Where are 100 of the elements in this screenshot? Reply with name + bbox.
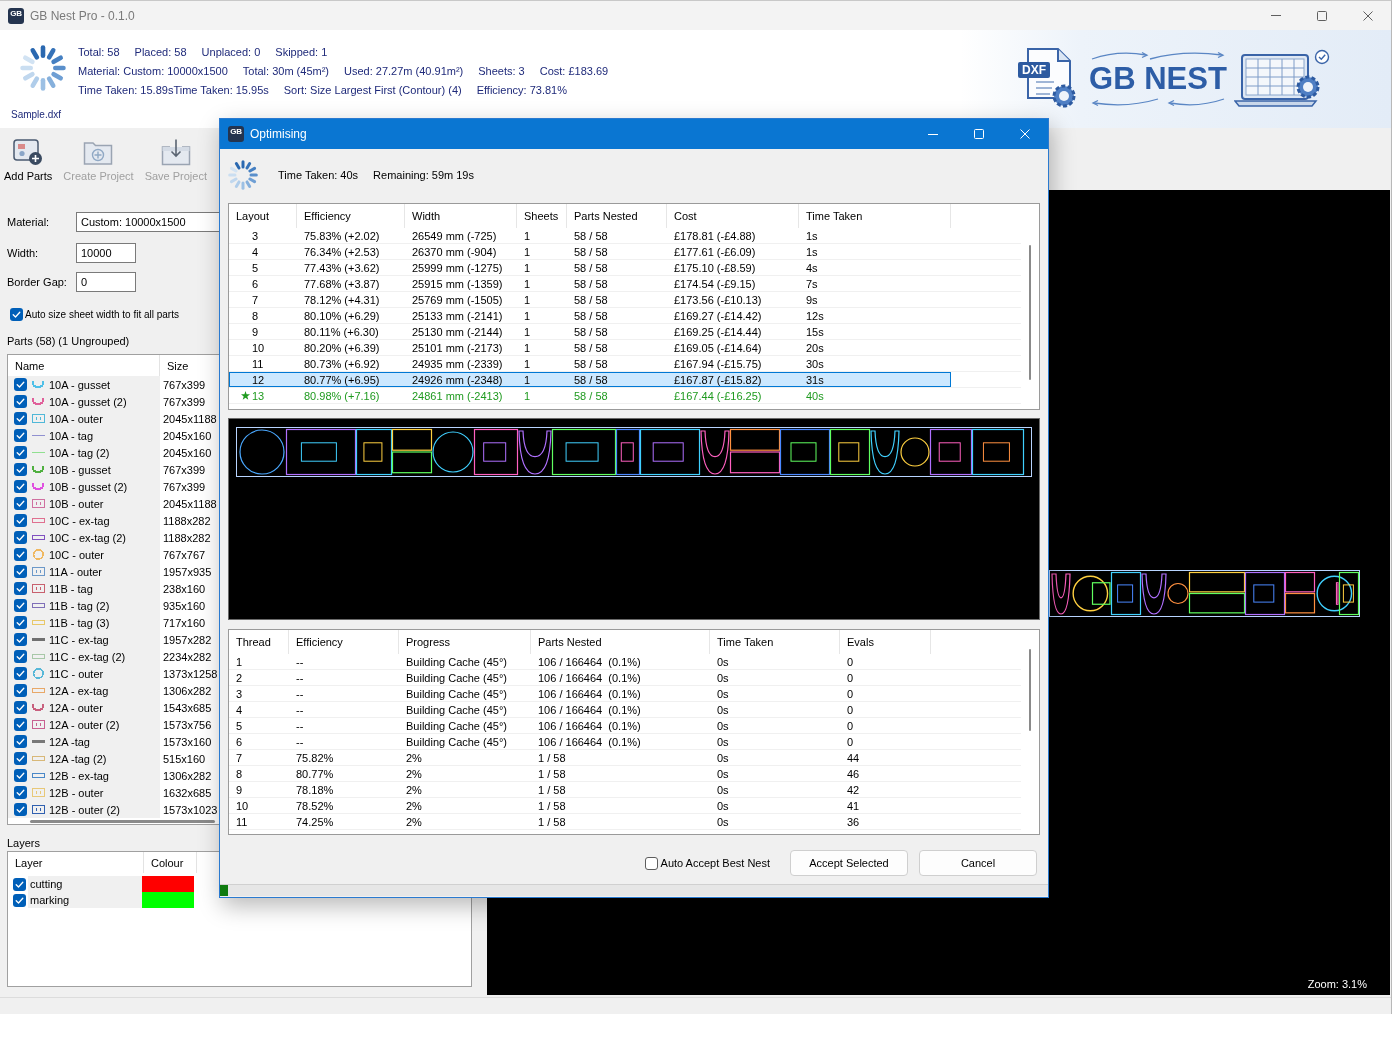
summary-stat: Efficiency: 73.81%	[476, 83, 567, 96]
zoom-level: Zoom: 3.1%	[1307, 978, 1367, 990]
table-cell-text: 0s	[716, 654, 730, 669]
part-name: 11B - tag	[49, 582, 93, 595]
summary-stat: Sheets: 3	[478, 64, 525, 77]
table-cell: 58 / 58	[567, 372, 667, 387]
table-cell-text: 106 / 166464 (0.1%)	[537, 670, 642, 685]
table-cell-text: £175.10 (-£8.59)	[673, 260, 757, 275]
table-cell: 7	[252, 293, 259, 306]
summary-stat: Time Taken: 15.89sTime Taken: 15.95s	[78, 83, 269, 96]
table-cell-text: 1	[235, 654, 244, 669]
part-name: 10A - tag (2)	[49, 446, 110, 459]
summary-stat: Used: 27.27m (40.91m²)	[344, 64, 464, 77]
table-cell-text: 2%	[405, 782, 423, 797]
table-cell-text: 11	[235, 814, 249, 829]
table-cell-text: 1 / 58	[537, 798, 567, 813]
table-cell-text: 1	[523, 324, 532, 339]
table-cell-text: 40s	[805, 388, 825, 403]
table-cell: 4	[252, 245, 259, 258]
table-cell-text: 25133 mm (-2141)	[411, 308, 504, 323]
table-cell-text: 30s	[805, 356, 825, 371]
table-cell-text: 0s	[716, 750, 730, 765]
table-cell-text: 2	[235, 670, 244, 685]
table-cell-text: 12s	[805, 308, 825, 323]
table-cell-text: 80.10% (+6.29)	[303, 308, 381, 323]
table-cell-text: 1	[523, 292, 532, 307]
table-cell-text: 1 / 58	[537, 814, 567, 829]
table-cell-text: 75.82%	[295, 750, 335, 765]
table-cell-text: 58 / 58	[573, 324, 609, 339]
section-title: Parts (58) (1 Ungrouped)	[7, 335, 130, 348]
part-size: 2234x282	[162, 649, 212, 665]
table-cell-text: £167.44 (-£16.25)	[673, 388, 763, 403]
table-cell-text: 58 / 58	[573, 276, 609, 291]
part-name: 10A - gusset	[49, 378, 111, 391]
part-name: 10C - ex-tag (2)	[49, 531, 127, 544]
table-cell-text: 78.52%	[295, 798, 335, 813]
part-size: 767x399	[162, 462, 206, 478]
layer-name: marking	[28, 892, 142, 908]
table-cell-text: 44	[846, 750, 861, 765]
table-cell-text: 46	[846, 766, 861, 781]
table-cell-text: --	[295, 702, 305, 717]
part-size: 1573x756	[162, 717, 212, 733]
part-name: 10C - outer	[49, 548, 105, 561]
table-cell-text: 58 / 58	[573, 340, 609, 355]
table-cell: 3	[252, 229, 259, 242]
table-cell-text: 2%	[405, 798, 423, 813]
table-cell: 24926 mm (-2348)	[405, 372, 517, 387]
table-cell-text: 20s	[805, 340, 825, 355]
summary-stat: Sort: Size Largest First (Contour) (4)	[283, 83, 462, 96]
part-size: 1306x282	[162, 768, 212, 784]
table-cell-text: 8	[235, 766, 244, 781]
table-cell-text: 4s	[805, 260, 819, 275]
part-name: 12A -tag	[49, 735, 90, 748]
table-cell-text: --	[295, 686, 305, 701]
table-cell-text: 4	[235, 702, 244, 717]
part-name: 12B - outer (2)	[49, 803, 120, 816]
table-cell-text: 10	[235, 798, 250, 813]
table-cell-text: 78.12% (+4.31)	[303, 292, 381, 307]
part-size: 2045x1188	[162, 496, 217, 512]
part-size: 238x160	[162, 581, 206, 597]
table-cell-text: 24935 mm (-2339)	[411, 356, 504, 371]
part-name: 11C - ex-tag (2)	[49, 650, 126, 663]
part-size: 1573x1023	[162, 802, 218, 818]
table-cell-text: 3	[235, 686, 244, 701]
table-cell-text: 2%	[405, 814, 423, 829]
table-cell-text: £177.61 (-£6.09)	[673, 244, 757, 259]
part-name: 12A - outer (2)	[49, 718, 120, 731]
table-cell-text: 15s	[805, 324, 825, 339]
table-cell-text: 58 / 58	[573, 244, 609, 259]
table-cell-text: 58 / 58	[573, 292, 609, 307]
table-cell-text: --	[295, 654, 305, 669]
table-cell-text: 0s	[716, 670, 730, 685]
table-cell-text: --	[295, 670, 305, 685]
table-cell-text: 0	[846, 670, 855, 685]
table-cell: 31s	[799, 372, 951, 387]
file-name: Sample.dxf	[11, 109, 62, 120]
table-cell-text: 25130 mm (-2144)	[411, 324, 504, 339]
part-name: 12A -tag (2)	[49, 752, 107, 765]
app-logo: GB	[8, 7, 24, 24]
table-cell-text: 0s	[716, 798, 730, 813]
table-cell-text: 58 / 58	[573, 388, 609, 403]
table-cell-text: £178.81 (-£4.88)	[673, 228, 757, 243]
part-name: 10A - outer	[49, 412, 103, 425]
table-cell-text: 106 / 166464 (0.1%)	[537, 718, 642, 733]
part-size: 1373x1258	[162, 666, 218, 682]
table-cell: 5	[252, 261, 259, 274]
summary-stat: Material: Custom: 10000x1500	[78, 64, 228, 77]
table-cell-text: 106 / 166464 (0.1%)	[537, 654, 642, 669]
part-name: 11C - outer	[49, 667, 104, 680]
field-label: Border Gap:	[7, 276, 68, 288]
table-cell-text: 78.18%	[295, 782, 335, 797]
app-logo: GB	[228, 126, 244, 142]
table-cell-text: 0s	[716, 702, 730, 717]
part-name: 12B - ex-tag	[49, 769, 109, 782]
table-cell-text: 2%	[405, 750, 423, 765]
table-cell-text: 25999 mm (-1275)	[411, 260, 504, 275]
table-cell-text: 1	[523, 228, 532, 243]
table-cell-text: 0s	[716, 766, 730, 781]
table-cell-text: 0s	[716, 734, 730, 749]
table-cell-text: 1	[523, 340, 532, 355]
